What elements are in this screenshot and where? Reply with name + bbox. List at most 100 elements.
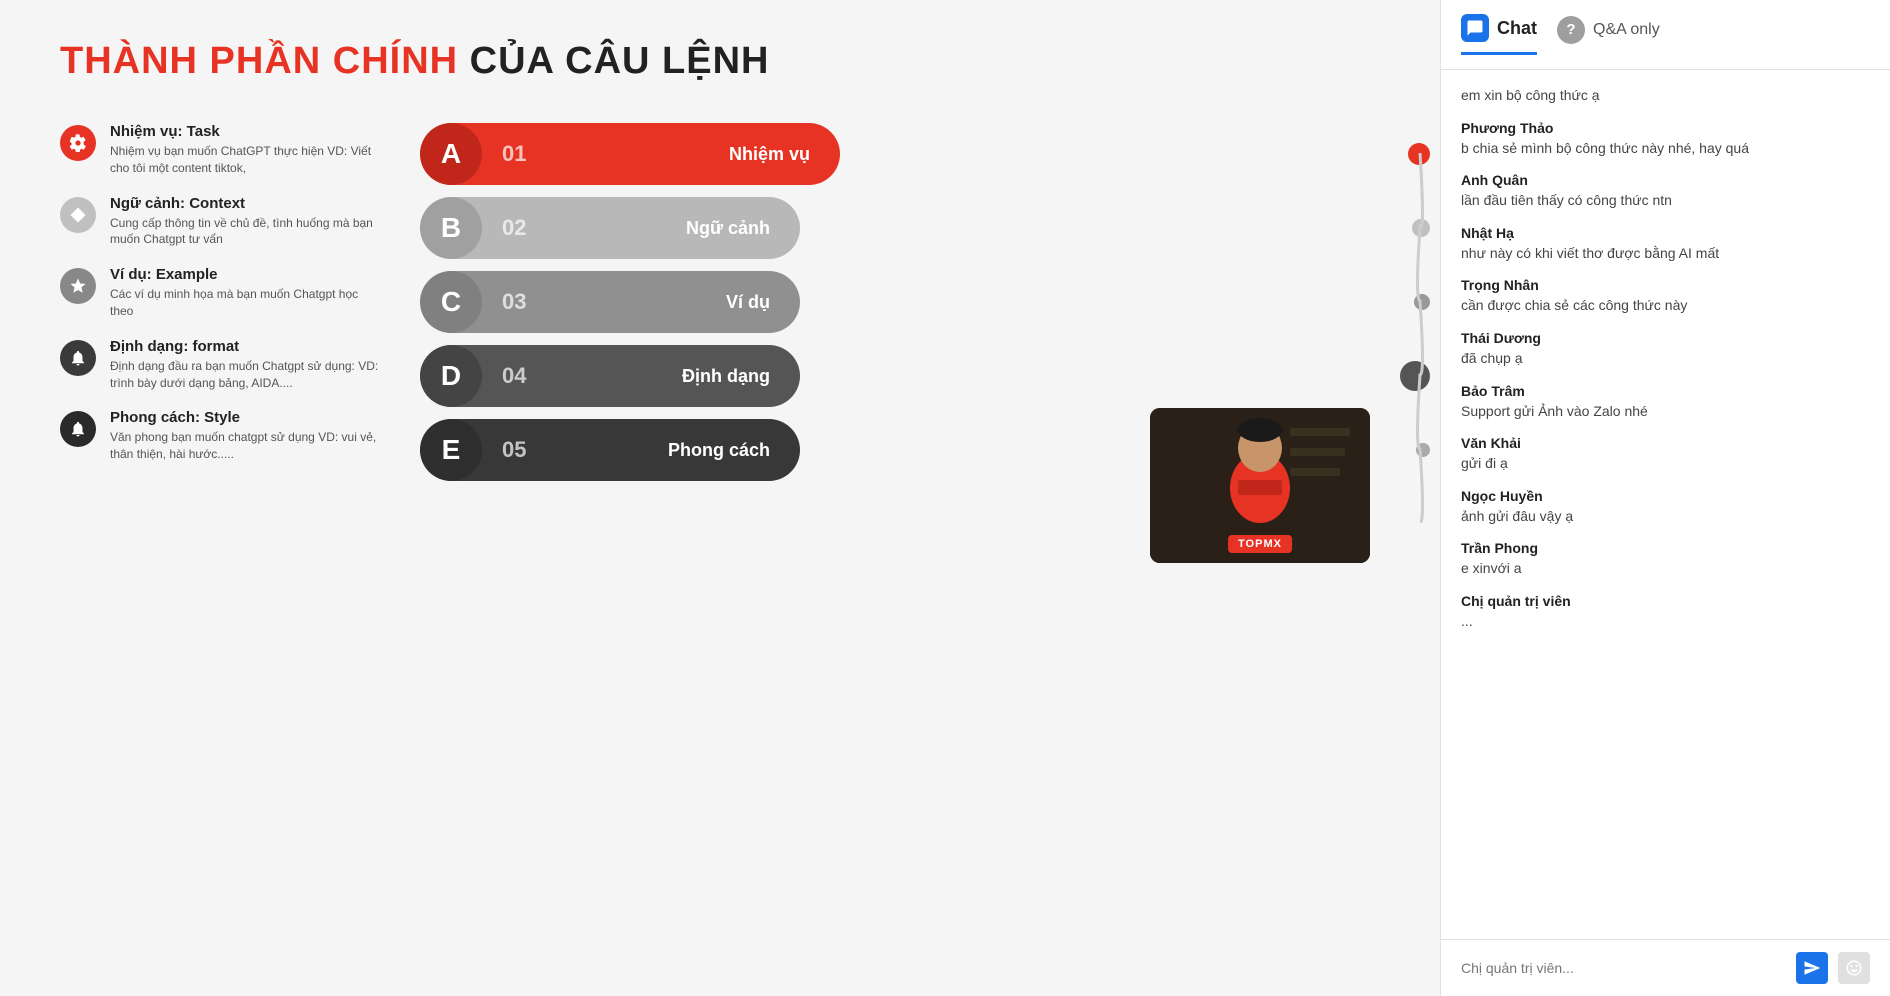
connector-line-svg — [1405, 153, 1435, 523]
connector-dot-4 — [1416, 443, 1430, 457]
item-icon-svg-1 — [69, 206, 87, 224]
chat-messages[interactable]: em xin bộ công thức ạ Phương Thảo b chia… — [1441, 70, 1890, 939]
message-item-0: em xin bộ công thức ạ — [1461, 86, 1870, 106]
item-text-2: Ví dụ: Example Các ví dụ minh họa mà bạn… — [110, 266, 380, 320]
item-desc-0: Nhiệm vụ bạn muốn ChatGPT thực hiện VD: … — [110, 143, 380, 177]
bar-row-2: C 03 Ví dụ — [420, 271, 1380, 333]
message-text-4: cần được chia sẻ các công thức này — [1461, 296, 1870, 316]
message-item-9: Trần Phong e xinvới a — [1461, 540, 1870, 579]
chat-tab-icon — [1461, 14, 1489, 42]
bar-row-0: A 01 Nhiệm vụ — [420, 123, 1380, 185]
bar-letter-1: B — [420, 197, 482, 259]
connector-dot-0 — [1408, 143, 1430, 165]
message-item-2: Anh Quân lần đầu tiên thấy có công thức … — [1461, 172, 1870, 211]
item-icon-svg-0 — [69, 134, 87, 152]
chat-send-button[interactable] — [1796, 952, 1828, 984]
item-icon-svg-2 — [69, 277, 87, 295]
message-sender-2: Anh Quân — [1461, 172, 1870, 188]
bar-1: B 02 Ngữ cảnh — [420, 197, 800, 259]
item-text-0: Nhiệm vụ: Task Nhiệm vụ bạn muốn ChatGPT… — [110, 123, 380, 177]
bar-label-4: Phong cách — [668, 440, 770, 461]
list-item-0: Nhiệm vụ: Task Nhiệm vụ bạn muốn ChatGPT… — [60, 123, 380, 177]
item-icon-0 — [60, 125, 96, 161]
item-text-3: Định dạng: format Định dạng đầu ra bạn m… — [110, 338, 380, 392]
item-title-0: Nhiệm vụ: Task — [110, 123, 380, 140]
slide-title: THÀNH PHẦN CHÍNH CỦA CÂU LỆNH — [60, 40, 1380, 83]
item-icon-svg-4 — [69, 420, 87, 438]
item-text-4: Phong cách: Style Văn phong bạn muốn cha… — [110, 409, 380, 463]
list-item-2: Ví dụ: Example Các ví dụ minh họa mà bạn… — [60, 266, 380, 320]
message-item-4: Trọng Nhân cần được chia sẻ các công thứ… — [1461, 277, 1870, 316]
connector-dot-3 — [1400, 361, 1430, 391]
bar-number-3: 04 — [502, 363, 526, 389]
content-area: Nhiệm vụ: Task Nhiệm vụ bạn muốn ChatGPT… — [60, 123, 1380, 543]
chat-tab[interactable]: Chat — [1461, 14, 1537, 55]
bar-label-2: Ví dụ — [726, 292, 770, 313]
message-item-1: Phương Thảo b chia sẻ mình bộ công thức … — [1461, 120, 1870, 159]
item-title-1: Ngữ cảnh: Context — [110, 195, 380, 212]
bar-label-0: Nhiệm vụ — [729, 144, 810, 165]
qa-tab[interactable]: ? Q&A only — [1557, 16, 1660, 54]
bar-0: A 01 Nhiệm vụ — [420, 123, 840, 185]
title-normal: CỦA CÂU LỆNH — [458, 40, 769, 82]
bar-3: D 04 Định dạng — [420, 345, 800, 407]
chat-footer: Chị quản trị viên... — [1441, 939, 1890, 996]
message-sender-8: Ngọc Huyền — [1461, 488, 1870, 504]
main-content: THÀNH PHẦN CHÍNH CỦA CÂU LỆNH Nhiệm vụ: … — [0, 0, 1440, 996]
message-item-6: Bảo Trâm Support gửi Ảnh vào Zalo nhé — [1461, 383, 1870, 422]
chat-emoji-button[interactable] — [1838, 952, 1870, 984]
message-text-2: lần đầu tiên thấy có công thức ntn — [1461, 191, 1870, 211]
item-icon-4 — [60, 411, 96, 447]
message-text-7: gửi đi ạ — [1461, 454, 1870, 474]
bar-number-2: 03 — [502, 289, 526, 315]
video-overlay: TOPMX — [1150, 408, 1370, 563]
message-text-1: b chia sẻ mình bộ công thức này nhé, hay… — [1461, 139, 1870, 159]
bar-letter-0: A — [420, 123, 482, 185]
qa-icon: ? — [1557, 16, 1585, 44]
message-text-10: ... — [1461, 612, 1870, 632]
bar-row-1: B 02 Ngữ cảnh — [420, 197, 1380, 259]
message-sender-3: Nhật Hạ — [1461, 225, 1870, 241]
bar-2: C 03 Ví dụ — [420, 271, 800, 333]
send-icon — [1803, 959, 1821, 977]
video-logo: TOPMX — [1228, 535, 1292, 553]
bar-letter-2: C — [420, 271, 482, 333]
message-sender-7: Văn Khải — [1461, 435, 1870, 451]
message-item-3: Nhật Hạ như này có khi viết thơ được bằn… — [1461, 225, 1870, 264]
list-item-1: Ngữ cảnh: Context Cung cấp thông tin về … — [60, 195, 380, 249]
diagram-area: A 01 Nhiệm vụ B 02 Ngữ cảnh C 03 Ví dụ D… — [420, 123, 1380, 543]
qa-tab-label: Q&A only — [1593, 21, 1660, 39]
connector-dot-1 — [1412, 219, 1430, 237]
item-desc-2: Các ví dụ minh họa mà bạn muốn Chatgpt h… — [110, 286, 380, 320]
item-icon-1 — [60, 197, 96, 233]
message-text-0: em xin bộ công thức ạ — [1461, 86, 1870, 106]
item-list: Nhiệm vụ: Task Nhiệm vụ bạn muốn ChatGPT… — [60, 123, 380, 463]
video-person: TOPMX — [1150, 408, 1370, 563]
item-title-2: Ví dụ: Example — [110, 266, 380, 283]
chat-panel: Chat ? Q&A only em xin bộ công thức ạ Ph… — [1440, 0, 1890, 996]
chat-tab-label: Chat — [1497, 18, 1537, 39]
message-item-5: Thái Dương đã chụp ạ — [1461, 330, 1870, 369]
message-text-8: ảnh gửi đâu vậy ạ — [1461, 507, 1870, 527]
chat-header: Chat ? Q&A only — [1441, 0, 1890, 70]
chat-bubble-icon — [1466, 19, 1484, 37]
message-text-5: đã chụp ạ — [1461, 349, 1870, 369]
message-sender-1: Phương Thảo — [1461, 120, 1870, 136]
item-desc-1: Cung cấp thông tin về chủ đề, tình huống… — [110, 215, 380, 249]
connector-dot-2 — [1414, 294, 1430, 310]
bar-number-0: 01 — [502, 141, 526, 167]
item-icon-svg-3 — [69, 349, 87, 367]
title-highlight: THÀNH PHẦN CHÍNH — [60, 40, 458, 82]
bar-label-1: Ngữ cảnh — [686, 218, 770, 239]
emoji-icon — [1845, 959, 1863, 977]
message-item-8: Ngọc Huyền ảnh gửi đâu vậy ạ — [1461, 488, 1870, 527]
bar-letter-3: D — [420, 345, 482, 407]
message-item-10: Chị quản trị viên ... — [1461, 593, 1870, 632]
item-icon-3 — [60, 340, 96, 376]
message-text-9: e xinvới a — [1461, 559, 1870, 579]
message-sender-4: Trọng Nhân — [1461, 277, 1870, 293]
bar-number-1: 02 — [502, 215, 526, 241]
message-item-7: Văn Khải gửi đi ạ — [1461, 435, 1870, 474]
item-desc-4: Văn phong bạn muốn chatgpt sử dụng VD: v… — [110, 429, 380, 463]
message-sender-5: Thái Dương — [1461, 330, 1870, 346]
